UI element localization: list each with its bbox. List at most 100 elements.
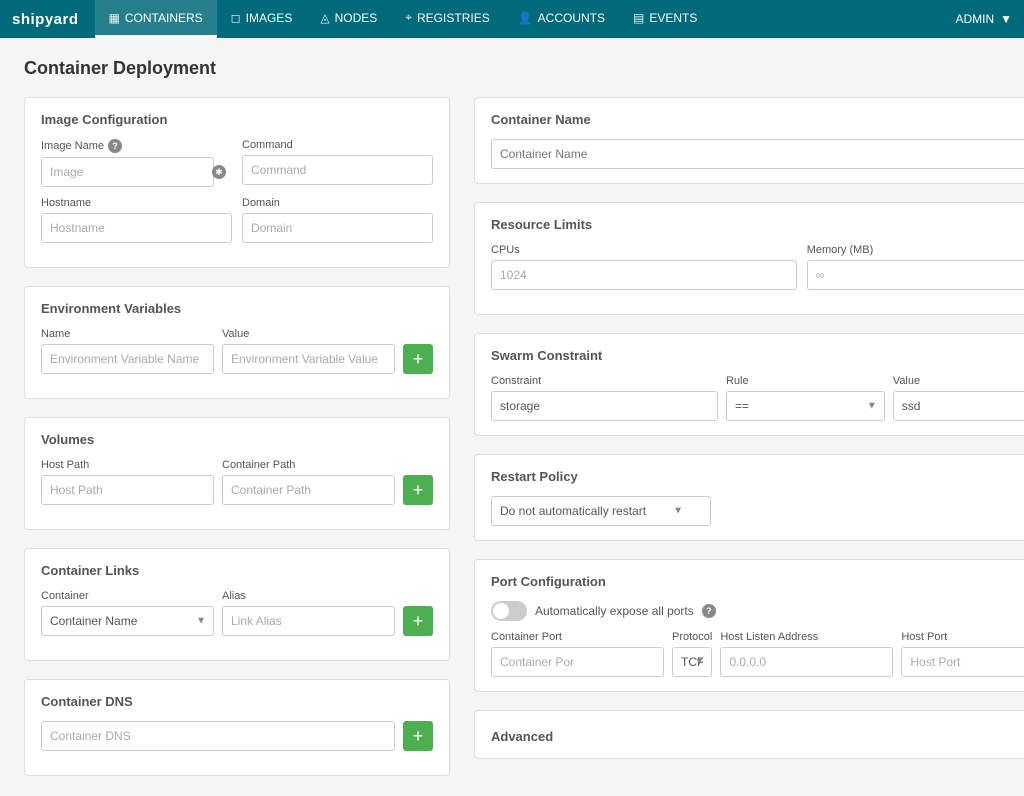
swarm-constraint-section: Swarm Constraint Constraint Rule == != — [474, 333, 1024, 436]
image-required-marker: ✱ — [212, 165, 226, 179]
domain-input[interactable] — [242, 213, 433, 243]
host-listen-label: Host Listen Address — [720, 631, 893, 643]
restart-policy-section: Restart Policy Do not automatically rest… — [474, 454, 1024, 541]
containers-icon: ▦ — [109, 11, 120, 25]
swarm-constraint-row: Constraint Rule == != ▼ — [491, 375, 1024, 421]
add-volume-button[interactable]: + — [403, 475, 433, 505]
image-command-row: Image Name ? ✱ Command — [41, 139, 433, 187]
nav-item-registries[interactable]: ⌖ REGISTRIES — [391, 0, 503, 38]
memory-label: Memory (MB) — [807, 244, 1024, 256]
env-vars-title: Environment Variables — [41, 301, 433, 316]
cpus-input[interactable] — [491, 260, 797, 290]
host-path-input[interactable] — [41, 475, 214, 505]
host-port-input[interactable] — [901, 647, 1024, 677]
toggle-label: Automatically expose all ports — [535, 604, 694, 618]
resource-limits-section: Resource Limits CPUs Memory (MB) — [474, 202, 1024, 315]
container-links-row: Container Container Name ▼ Alias + — [41, 590, 433, 636]
container-port-group: Container Port — [491, 631, 664, 677]
image-name-input[interactable] — [41, 157, 214, 187]
nav-item-events-label: EVENTS — [649, 11, 697, 25]
protocol-select[interactable]: TCP UDP — [672, 647, 712, 677]
image-name-help-icon[interactable]: ? — [108, 139, 122, 153]
host-listen-input[interactable] — [720, 647, 893, 677]
container-port-label: Container Port — [491, 631, 664, 643]
nav-item-images-label: IMAGES — [246, 11, 293, 25]
port-configuration-section: Port Configuration Automatically expose … — [474, 559, 1024, 692]
container-dns-row: + — [41, 721, 433, 751]
hostname-group: Hostname — [41, 197, 232, 243]
restart-policy-select[interactable]: Do not automatically restart Always rest… — [491, 496, 711, 526]
command-input[interactable] — [242, 155, 433, 185]
dns-input[interactable] — [41, 721, 395, 751]
container-links-container-label: Container — [41, 590, 214, 602]
env-variables-section: Environment Variables Name Value + — [24, 286, 450, 399]
cpus-group: CPUs — [491, 244, 797, 290]
env-name-input[interactable] — [41, 344, 214, 374]
host-port-label: Host Port — [901, 631, 1024, 643]
protocol-group: Protocol TCP UDP ▼ — [672, 631, 712, 677]
command-label: Command — [242, 139, 433, 151]
dns-group — [41, 721, 395, 751]
page-title: Container Deployment — [24, 58, 1000, 79]
container-name-section: Container Name — [474, 97, 1024, 184]
container-name-input[interactable] — [491, 139, 1024, 169]
constraint-group: Constraint — [491, 375, 718, 421]
nav-item-events[interactable]: ▤ EVENTS — [619, 0, 711, 38]
container-links-select[interactable]: Container Name — [41, 606, 214, 636]
expose-ports-help-icon[interactable]: ? — [702, 604, 716, 618]
image-name-input-wrapper: ✱ — [41, 157, 232, 187]
hostname-input[interactable] — [41, 213, 232, 243]
domain-label: Domain — [242, 197, 433, 209]
nav-items: ▦ CONTAINERS ◻ IMAGES ◬ NODES ⌖ REGISTRI… — [95, 0, 956, 38]
constraint-value-group: Value — [893, 375, 1024, 421]
restart-policy-title: Restart Policy — [491, 469, 1024, 484]
image-name-label: Image Name ? — [41, 139, 232, 153]
container-links-select-wrapper: Container Name ▼ — [41, 606, 214, 636]
logo: shipyard — [12, 11, 79, 28]
add-env-var-button[interactable]: + — [403, 344, 433, 374]
add-container-link-button[interactable]: + — [403, 606, 433, 636]
images-icon: ◻ — [231, 11, 241, 25]
topnav: shipyard ▦ CONTAINERS ◻ IMAGES ◬ NODES ⌖… — [0, 0, 1024, 38]
constraint-label: Constraint — [491, 375, 718, 387]
image-name-group: Image Name ? ✱ — [41, 139, 232, 187]
port-config-row: Container Port Protocol TCP UDP ▼ — [491, 631, 1024, 677]
hostname-label: Hostname — [41, 197, 232, 209]
resource-limits-title: Resource Limits — [491, 217, 1024, 232]
rule-select[interactable]: == != — [726, 391, 885, 421]
swarm-constraint-title: Swarm Constraint — [491, 348, 1024, 363]
container-links-section: Container Links Container Container Name… — [24, 548, 450, 661]
memory-input[interactable] — [807, 260, 1024, 290]
nav-item-accounts[interactable]: 👤 ACCOUNTS — [504, 0, 619, 38]
expose-all-ports-toggle[interactable] — [491, 601, 527, 621]
host-path-group: Host Path — [41, 459, 214, 505]
command-group: Command — [242, 139, 433, 187]
container-dns-title: Container DNS — [41, 694, 433, 709]
admin-chevron-icon: ▼ — [1000, 12, 1012, 26]
nav-item-images[interactable]: ◻ IMAGES — [217, 0, 307, 38]
alias-group: Alias — [222, 590, 395, 636]
container-path-input[interactable] — [222, 475, 395, 505]
two-column-layout: Image Configuration Image Name ? ✱ Co — [24, 97, 1000, 776]
env-vars-row: Name Value + — [41, 328, 433, 374]
domain-group: Domain — [242, 197, 433, 243]
rule-group: Rule == != ▼ — [726, 375, 885, 421]
nav-item-containers[interactable]: ▦ CONTAINERS — [95, 0, 217, 38]
registries-icon: ⌖ — [405, 10, 412, 25]
host-path-label: Host Path — [41, 459, 214, 471]
add-dns-button[interactable]: + — [403, 721, 433, 751]
admin-menu[interactable]: ADMIN ▼ — [955, 12, 1012, 26]
env-value-label: Value — [222, 328, 395, 340]
env-name-group: Name — [41, 328, 214, 374]
constraint-value-input[interactable] — [893, 391, 1024, 421]
container-port-input[interactable] — [491, 647, 664, 677]
container-path-group: Container Path — [222, 459, 395, 505]
constraint-input[interactable] — [491, 391, 718, 421]
restart-policy-select-wrapper: Do not automatically restart Always rest… — [491, 496, 691, 526]
admin-label: ADMIN — [955, 12, 994, 26]
alias-input[interactable] — [222, 606, 395, 636]
port-config-title: Port Configuration — [491, 574, 1024, 589]
volumes-row: Host Path Container Path + — [41, 459, 433, 505]
nav-item-nodes[interactable]: ◬ NODES — [306, 0, 391, 38]
env-value-input[interactable] — [222, 344, 395, 374]
